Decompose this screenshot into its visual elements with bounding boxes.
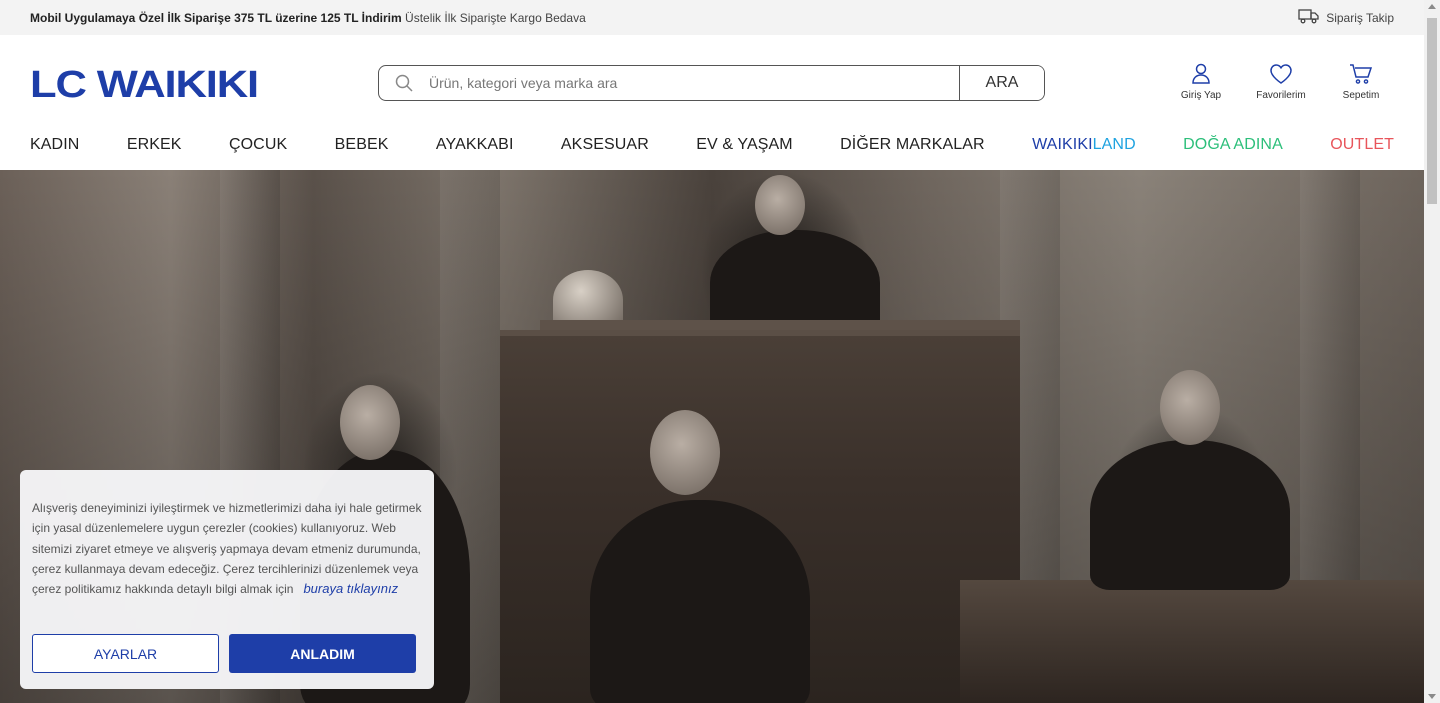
hero-face [650,410,720,495]
hero-figure [590,500,810,703]
cookie-text-paragraph: Alışveriş deneyiminizi iyileştirmek ve h… [32,498,422,599]
nav-item-bebek[interactable]: BEBEK [335,136,389,154]
page-scrollbar[interactable] [1424,0,1440,703]
scroll-down-arrow-icon[interactable] [1428,694,1436,699]
nav-item-cocuk[interactable]: ÇOCUK [229,136,287,154]
top-announcement-bar: Mobil Uygulamaya Özel İlk Siparişe 375 T… [0,0,1424,35]
cookie-settings-button[interactable]: AYARLAR [32,634,219,673]
hero-figure [1090,440,1290,590]
order-tracking-label: Sipariş Takip [1326,10,1394,25]
favorites-button[interactable]: Favorilerim [1250,63,1312,101]
search-bar: ARA [378,65,1045,101]
hero-face [755,175,805,235]
nav-item-erkek[interactable]: ERKEK [127,136,182,154]
site-header: LC WAIKIKI ARA Giriş Yap Favorilerim Sep… [0,35,1424,120]
nav-item-kadin[interactable]: KADIN [30,136,79,154]
cart-button[interactable]: Sepetim [1330,63,1392,101]
cookie-buttons: AYARLAR ANLADIM [32,634,416,673]
hero-face [1160,370,1220,445]
scrollbar-thumb[interactable] [1427,18,1437,204]
cookie-accept-button[interactable]: ANLADIM [229,634,416,673]
nav-item-outlet[interactable]: OUTLET [1330,136,1394,154]
scroll-up-arrow-icon[interactable] [1428,4,1436,9]
waikikiland-part1: WAIKIKI [1032,136,1093,153]
nav-item-diger-markalar[interactable]: DİĞER MARKALAR [840,136,985,154]
cart-icon [1349,63,1373,85]
truck-icon [1298,8,1320,27]
promo-rest-text: Üstelik İlk Siparişte Kargo Bedava [405,10,586,25]
cart-label: Sepetim [1342,90,1380,101]
lc-waikiki-logo[interactable]: LC WAIKIKI [30,67,260,99]
nav-item-doga-adina[interactable]: DOĞA ADINA [1183,136,1283,154]
search-input[interactable] [429,66,959,100]
cookie-policy-link[interactable]: buraya tıklayınız [303,581,398,596]
user-icon [1191,63,1211,85]
nav-item-ev-yasam[interactable]: EV & YAŞAM [696,136,792,154]
cookie-consent-banner: Alışveriş deneyiminizi iyileştirmek ve h… [20,470,434,689]
login-label: Giriş Yap [1180,90,1222,101]
heart-icon [1269,63,1293,85]
header-actions: Giriş Yap Favorilerim Sepetim [1170,63,1392,101]
nav-item-aksesuar[interactable]: AKSESUAR [561,136,649,154]
search-icon[interactable] [379,66,429,100]
svg-text:LC WAIKIKI: LC WAIKIKI [30,67,258,99]
nav-item-waikikiland[interactable]: WAIKIKILAND [1032,136,1136,154]
order-tracking-link[interactable]: Sipariş Takip [1298,8,1394,27]
promo-bold-text: Mobil Uygulamaya Özel İlk Siparişe 375 T… [30,10,402,25]
search-button[interactable]: ARA [959,66,1044,100]
hero-face [340,385,400,460]
main-navigation: KADIN ERKEK ÇOCUK BEBEK AYAKKABI AKSESUA… [0,120,1424,170]
login-button[interactable]: Giriş Yap [1170,63,1232,101]
favorites-label: Favorilerim [1256,90,1306,101]
hero-bench [960,580,1424,703]
promo-text[interactable]: Mobil Uygulamaya Özel İlk Siparişe 375 T… [30,11,586,25]
nav-item-ayakkabi[interactable]: AYAKKABI [436,136,514,154]
waikikiland-part2: LAND [1092,136,1136,153]
